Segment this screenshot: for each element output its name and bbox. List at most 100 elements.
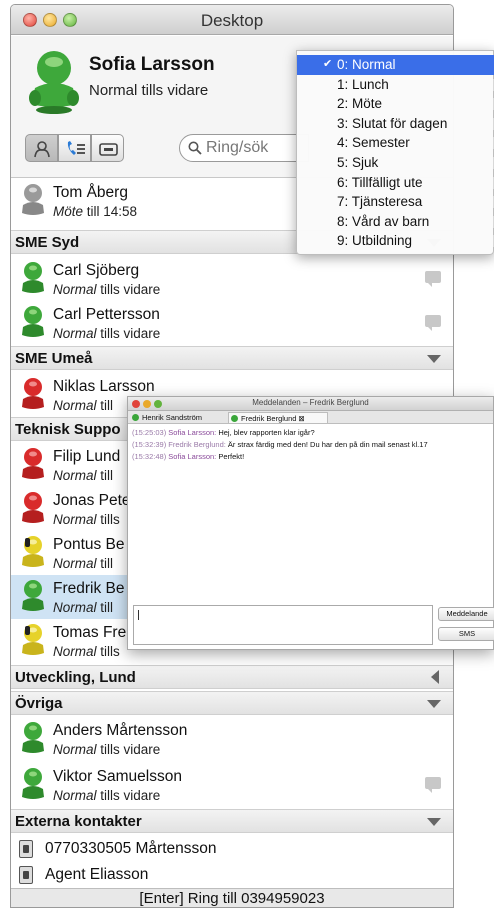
avatar-red-icon: [22, 492, 44, 523]
chat-tab-active[interactable]: Fredrik Berglund ⊠: [228, 412, 328, 423]
online-dot-icon: [231, 415, 238, 422]
contact-name: Carl Pettersson: [53, 306, 160, 323]
avatar-yellow-phone-icon: [22, 624, 44, 655]
search-input[interactable]: Ring/sök: [179, 134, 309, 162]
group-header-sme-umea[interactable]: SME Umeå: [11, 346, 453, 370]
text-caret: [138, 610, 139, 620]
window-title: Desktop: [200, 11, 264, 30]
contact-name: Fredrik Be: [53, 580, 125, 597]
group-label: Övriga: [15, 695, 63, 712]
messages-title-bar[interactable]: Meddelanden – Fredrik Berglund: [128, 397, 493, 411]
avatar-red-icon: [22, 448, 44, 479]
contact-status: Normal tills vidare: [53, 788, 161, 803]
call-hint-bar[interactable]: [Enter] Ring till 0394959023: [11, 888, 453, 907]
panel-icon: [99, 143, 118, 156]
status-option-semester[interactable]: 4: Semester: [297, 133, 494, 153]
contacts-tab-button[interactable]: [25, 134, 58, 162]
contact-status: Normal till: [53, 398, 114, 413]
avatar-yellow-phone-icon: [22, 536, 44, 567]
avatar-green-icon: [22, 722, 44, 753]
contact-name: Anders Mårtensson: [53, 722, 188, 739]
chat-bubble-icon[interactable]: [425, 271, 441, 287]
contact-status: Normal tills: [53, 644, 120, 659]
status-option-utbildning[interactable]: 9: Utbildning: [297, 231, 494, 251]
contact-name: Carl Sjöberg: [53, 262, 140, 279]
avatar-green-icon: [22, 768, 44, 799]
status-option-vard-av-barn[interactable]: 8: Vård av barn: [297, 212, 494, 232]
chat-message: (15:32:48) Sofia Larsson: Perfekt!: [132, 452, 245, 461]
title-bar[interactable]: Desktop: [11, 5, 453, 35]
phone-list-icon: [67, 141, 85, 155]
avatar-green-icon: [22, 262, 44, 293]
chat-tabs: Henrik Sandström Fredrik Berglund ⊠: [128, 411, 493, 424]
status-dropdown-menu: ✔ 0: Normal 1: Lunch 2: Möte 3: Slutat fö…: [296, 50, 494, 255]
group-label: SME Syd: [15, 234, 80, 251]
status-option-sjuk[interactable]: 5: Sjuk: [297, 153, 494, 173]
contact-name: Pontus Be: [53, 536, 125, 553]
send-message-button[interactable]: Meddelande: [438, 607, 494, 621]
contact-name: Viktor Samuelsson: [53, 768, 182, 785]
status-option-normal[interactable]: ✔ 0: Normal: [297, 55, 494, 75]
chat-tab[interactable]: Henrik Sandström: [130, 412, 226, 423]
messages-window: Meddelanden – Fredrik Berglund Henrik Sa…: [127, 396, 494, 650]
call-list-tab-button[interactable]: [58, 134, 91, 162]
send-sms-button[interactable]: SMS: [438, 627, 494, 641]
contact-row[interactable]: Anders Mårtensson Normal tills vidare: [11, 717, 453, 761]
external-contact-row[interactable]: Agent Eliasson: [11, 863, 453, 887]
contact-status: Normal tills vidare: [53, 326, 161, 341]
group-header-externa[interactable]: Externa kontakter: [11, 809, 453, 833]
status-option-tillfalligt-ute[interactable]: 6: Tillfälligt ute: [297, 173, 494, 193]
contact-row[interactable]: Carl Pettersson Normal tills vidare: [11, 301, 453, 345]
phone-icon: [19, 866, 33, 884]
chat-bubble-icon[interactable]: [425, 315, 441, 331]
contact-status: Normal till: [53, 556, 114, 571]
status-option-slutat[interactable]: 3: Slutat för dagen: [297, 114, 494, 134]
messages-title: Meddelanden – Fredrik Berglund: [252, 398, 369, 407]
avatar-gray-icon: [22, 184, 44, 215]
group-header-utveckling-lund[interactable]: Utveckling, Lund: [11, 665, 453, 689]
contact-status: Normal tills vidare: [53, 282, 161, 297]
contact-row[interactable]: Viktor Samuelsson Normal tills vidare: [11, 763, 453, 807]
search-placeholder: Ring/sök: [206, 139, 269, 156]
switchboard-tab-button[interactable]: [91, 134, 124, 162]
group-header-ovriga[interactable]: Övriga: [11, 691, 453, 715]
group-label: SME Umeå: [15, 350, 93, 367]
collapsed-arrow-icon[interactable]: [431, 670, 439, 684]
contacts-icon: [34, 141, 50, 158]
external-contact-label: Agent Eliasson: [45, 866, 149, 883]
contact-row[interactable]: Carl Sjöberg Normal tills vidare: [11, 257, 453, 301]
contact-name: Jonas Pete: [53, 492, 131, 509]
message-input[interactable]: [133, 605, 433, 645]
expand-down-icon[interactable]: [427, 700, 441, 708]
search-icon: [188, 141, 202, 155]
group-label: Teknisk Suppo: [15, 421, 121, 438]
external-contact-row[interactable]: 0770330505 Mårtensson: [11, 837, 453, 861]
group-label: Utveckling, Lund: [15, 669, 136, 686]
chat-message: (15:32:39) Fredrik Berglund: Är strax fä…: [132, 440, 428, 449]
group-label: Externa kontakter: [15, 813, 142, 830]
avatar-green-icon: [22, 580, 44, 611]
contact-status: Normal tills: [53, 512, 120, 527]
profile-status[interactable]: Normal tills vidare: [89, 82, 208, 99]
contact-name: Niklas Larsson: [53, 378, 155, 395]
user-avatar-icon[interactable]: [25, 48, 83, 114]
status-option-tjansteresa[interactable]: 7: Tjänsteresa: [297, 192, 494, 212]
status-option-lunch[interactable]: 1: Lunch: [297, 75, 494, 95]
status-option-mote[interactable]: 2: Möte: [297, 94, 494, 114]
contact-status: Normal till: [53, 600, 114, 615]
avatar-green-icon: [22, 306, 44, 337]
chat-bubble-icon[interactable]: [425, 777, 441, 793]
contact-status: Normal tills vidare: [53, 742, 161, 757]
checkmark-icon: ✔: [323, 58, 333, 70]
avatar-red-icon: [22, 378, 44, 409]
contact-status: Normal till: [53, 468, 114, 483]
contact-name: Tomas Fre: [53, 624, 127, 641]
contact-name: Tom Åberg: [53, 184, 128, 201]
chat-transcript: (15:25:03) Sofia Larsson: Hej, blev rapp…: [132, 427, 489, 599]
external-contact-label: 0770330505 Mårtensson: [45, 840, 217, 857]
expand-down-icon[interactable]: [427, 818, 441, 826]
expand-down-icon[interactable]: [427, 355, 441, 363]
chat-message: (15:25:03) Sofia Larsson: Hej, blev rapp…: [132, 428, 315, 437]
contact-name: Filip Lund: [53, 448, 121, 465]
online-dot-icon: [132, 414, 139, 421]
